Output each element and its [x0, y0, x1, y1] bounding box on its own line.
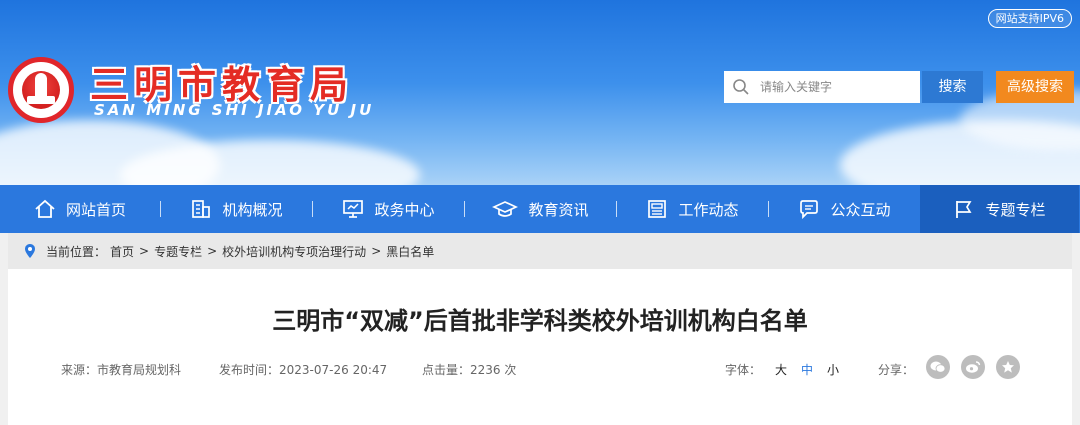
breadcrumb-separator: >	[207, 244, 218, 258]
search-box[interactable]	[724, 71, 920, 103]
header-banner: 网站支持IPV6 三明市教育局 SAN MING SHI JIAO YU JU …	[0, 0, 1080, 185]
chat-icon	[798, 199, 820, 219]
search-input[interactable]	[760, 80, 910, 94]
article-title: 三明市“双减”后首批非学科类校外培训机构白名单	[272, 307, 808, 335]
search-icon	[733, 79, 749, 95]
graduation-cap-icon	[492, 199, 519, 219]
publish-time-label: 发布时间：	[219, 363, 280, 377]
article-source: 来源：市教育局规划科	[61, 361, 181, 378]
article-publish-time: 发布时间：2023-07-26 20:47	[219, 361, 387, 378]
presentation-board-icon	[342, 199, 364, 219]
nav-item-home[interactable]: 网站首页	[0, 185, 160, 233]
nav-item-label: 教育资讯	[528, 200, 589, 219]
wechat-icon[interactable]	[926, 355, 950, 379]
nav-item-label: 公众互动	[830, 200, 891, 219]
nav-item-label: 网站首页	[65, 200, 126, 219]
font-size-small-button[interactable]: 小	[827, 361, 839, 378]
logo-book-icon	[27, 96, 55, 104]
nav-item-special-topics[interactable]: 专题专栏	[920, 185, 1079, 233]
advanced-search-button[interactable]: 高级搜索	[996, 71, 1074, 103]
breadcrumb-separator: >	[371, 244, 382, 258]
source-label: 来源：	[61, 363, 98, 377]
flag-icon	[953, 199, 975, 219]
publish-time-value: 2023-07-26 20:47	[279, 363, 388, 377]
article-views: 点击量：2236 次	[422, 361, 516, 378]
ipv6-badge[interactable]: 网站支持IPV6	[987, 9, 1072, 28]
location-pin-icon	[24, 243, 36, 259]
views-value: 2236 次	[470, 363, 517, 377]
nav-item-label: 机构概况	[222, 200, 283, 219]
font-size-medium-button[interactable]: 中	[801, 361, 813, 378]
breadcrumb-link-off-campus-training[interactable]: 校外培训机构专项治理行动	[222, 243, 366, 260]
breadcrumb-link-special-topics[interactable]: 专题专栏	[154, 243, 202, 260]
weibo-icon[interactable]	[961, 355, 985, 379]
breadcrumb-separator: >	[139, 244, 150, 258]
site-pinyin: SAN MING SHI JIAO YU JU	[94, 101, 375, 119]
breadcrumb-prefix: 当前位置：	[46, 244, 107, 259]
favorite-star-icon[interactable]	[996, 355, 1020, 379]
font-size-large-button[interactable]: 大	[775, 361, 787, 378]
nav-item-label: 专题专栏	[985, 200, 1046, 219]
article-panel: 三明市“双减”后首批非学科类校外培训机构白名单 来源：市教育局规划科 发布时间：…	[8, 269, 1072, 425]
views-label: 点击量：	[422, 363, 471, 377]
breadcrumb: 当前位置： 首页 > 专题专栏 > 校外培训机构专项治理行动 > 黑白名单	[8, 233, 1072, 269]
breadcrumb-link-home[interactable]: 首页	[110, 243, 134, 260]
nav-item-work-updates[interactable]: 工作动态	[617, 185, 768, 233]
nav-item-education-news[interactable]: 教育资讯	[465, 185, 616, 233]
nav-item-label: 政务中心	[374, 200, 435, 219]
breadcrumb-link-black-white-list[interactable]: 黑白名单	[386, 243, 434, 260]
site-logo-emblem[interactable]	[8, 57, 74, 123]
newspaper-icon	[646, 199, 668, 219]
nav-item-organization[interactable]: 机构概况	[161, 185, 312, 233]
nav-item-government-affairs[interactable]: 政务中心	[313, 185, 464, 233]
building-icon	[190, 199, 212, 219]
main-nav: 网站首页 机构概况 政务中心 教育资讯 工作动态 公众互动 专题专栏	[0, 185, 1080, 233]
font-size-label: 字体：	[725, 363, 762, 377]
search-button[interactable]: 搜索	[922, 71, 983, 103]
nav-item-public-interaction[interactable]: 公众互动	[769, 185, 920, 233]
source-value: 市教育局规划科	[97, 363, 182, 377]
share-label: 分享：	[878, 363, 915, 377]
home-icon	[34, 199, 56, 219]
nav-item-label: 工作动态	[678, 200, 739, 219]
font-size-control: 字体： 大 中 小	[725, 361, 853, 378]
